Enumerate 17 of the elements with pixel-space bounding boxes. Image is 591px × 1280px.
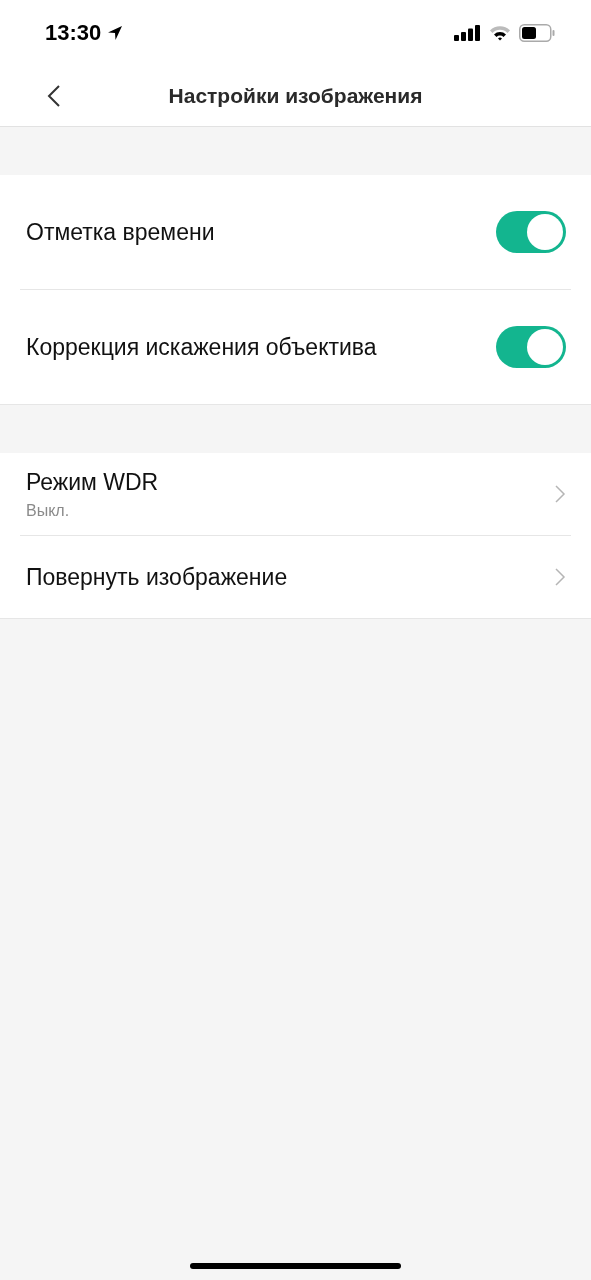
wifi-icon <box>489 25 511 41</box>
settings-row[interactable]: Режим WDR Выкл. <box>0 453 591 535</box>
toggle-switch[interactable] <box>496 326 566 368</box>
toggle-switch[interactable] <box>496 211 566 253</box>
settings-row[interactable]: Повернуть изображение <box>0 536 591 618</box>
setting-label: Коррекция искажения объектива <box>26 333 377 361</box>
location-arrow-icon <box>107 25 124 41</box>
battery-icon <box>519 24 555 42</box>
signal-icon <box>454 25 481 41</box>
setting-label: Повернуть изображение <box>26 563 288 591</box>
setting-label: Отметка времени <box>26 218 215 246</box>
setting-label: Режим WDR <box>26 468 159 496</box>
chevron-right-icon <box>554 484 566 504</box>
chevron-right-icon <box>554 567 566 587</box>
screen-title: Настройки изображения <box>168 84 423 108</box>
setting-value: Выкл. <box>26 501 71 520</box>
status-time: 13:30 <box>45 20 102 46</box>
